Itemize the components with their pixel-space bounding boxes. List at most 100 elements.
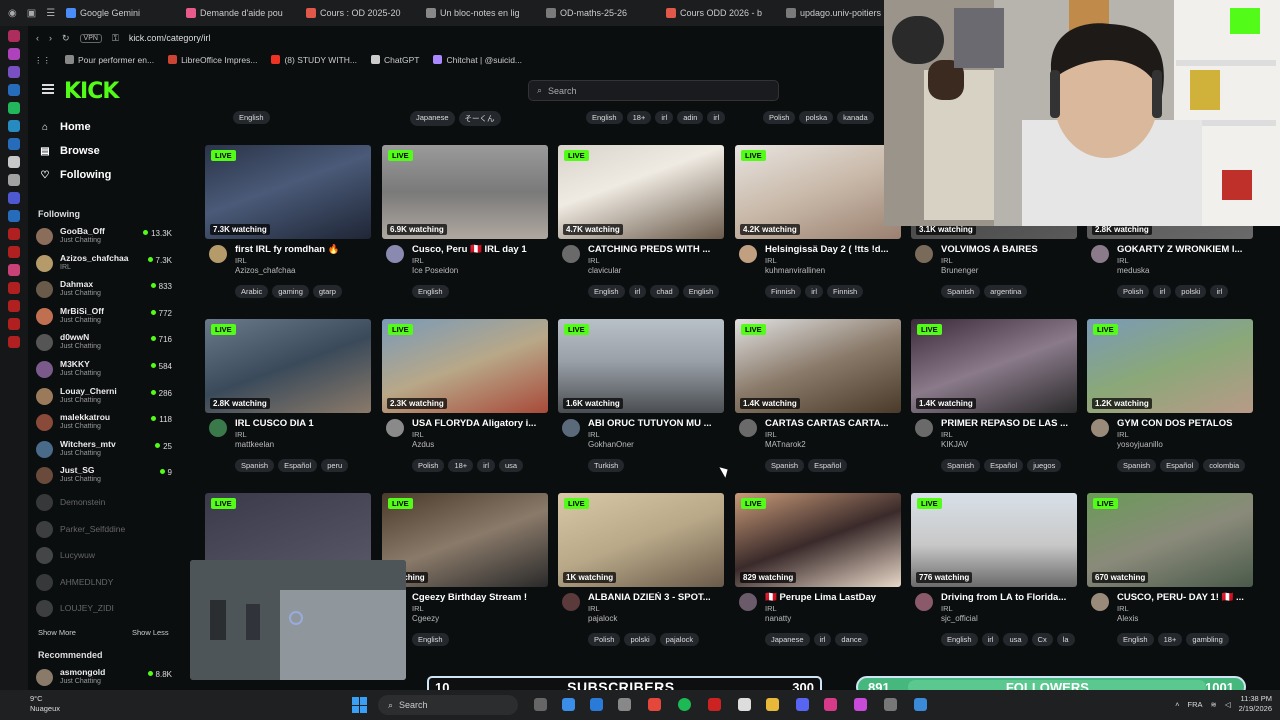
tag[interactable]: colombia xyxy=(1203,459,1246,472)
sidebar-app-icon[interactable] xyxy=(8,174,20,186)
stream-title[interactable]: Helsingissä Day 2 ( !tts !d... xyxy=(765,244,899,255)
stream-title[interactable]: Cusco, Peru 🇵🇪 IRL day 1 xyxy=(412,244,546,255)
following-channel[interactable]: MrBiSi_Off Just Chatting 772 xyxy=(36,305,172,329)
streamer-name[interactable]: sjc_official xyxy=(941,614,978,623)
tag[interactable]: Polish xyxy=(588,633,621,646)
streamer-avatar[interactable] xyxy=(386,419,404,437)
streamer-name[interactable]: MATnarok2 xyxy=(765,440,806,449)
stream-card[interactable]: LIVE 2.3K watching USA FLORYDA Aligatory i… xyxy=(382,319,548,489)
streamer-name[interactable]: meduska xyxy=(1117,266,1149,275)
app-red-icon[interactable] xyxy=(708,698,721,711)
stream-card[interactable]: LIVE 4.7K watching CATCHING PREDS WITH ...… xyxy=(558,145,724,315)
tag[interactable]: Spanish xyxy=(235,459,275,472)
streamer-name[interactable]: nanatty xyxy=(765,614,791,623)
streamer-name[interactable]: Ice Poseidon xyxy=(412,266,458,275)
discord-icon[interactable] xyxy=(796,698,809,711)
show-less-button[interactable]: Show Less xyxy=(132,628,169,637)
stream-title[interactable]: ABI ORUC TUTUYON MU ... xyxy=(588,418,722,429)
stream-title[interactable]: 🇵🇪 Perupe Lima LastDay xyxy=(765,592,899,603)
kick-logo[interactable]: KICK xyxy=(64,79,119,104)
stream-category[interactable]: IRL xyxy=(412,604,424,613)
url-field[interactable]: kick.com/category/irl xyxy=(129,33,211,43)
stream-title[interactable]: CATCHING PREDS WITH ... xyxy=(588,244,722,255)
profile-icon[interactable]: ◉ xyxy=(8,8,17,19)
following-channel[interactable]: malekkatrou Just Chatting 118 xyxy=(36,411,172,435)
streamer-name[interactable]: GokhanOner xyxy=(588,440,634,449)
stream-category[interactable]: IRL xyxy=(1117,604,1129,613)
sidebar-app-icon[interactable] xyxy=(8,138,20,150)
streamer-avatar[interactable] xyxy=(1091,419,1109,437)
tag[interactable]: English xyxy=(412,285,449,298)
stream-thumbnail[interactable]: LIVE 1K watching xyxy=(558,493,724,587)
stream-thumbnail[interactable]: LIVE 2.3K watching xyxy=(382,319,548,413)
stream-thumbnail[interactable]: LIVE 776 watching xyxy=(911,493,1077,587)
reload-icon[interactable]: ↻ xyxy=(62,33,70,44)
tag[interactable]: peru xyxy=(321,459,349,472)
stream-card[interactable]: LIVE 7.3K watching first IRL fy romdhan 🔥 I… xyxy=(205,145,371,315)
bookmark-item[interactable]: Chitchat | @suicid... xyxy=(433,55,522,65)
tag[interactable]: 18+ xyxy=(448,459,474,472)
streamer-avatar[interactable] xyxy=(739,593,757,611)
volume-icon[interactable]: ◁ xyxy=(1225,700,1231,709)
bookmark-item[interactable]: LibreOffice Impres... xyxy=(168,55,257,65)
stream-category[interactable]: IRL xyxy=(765,430,777,439)
taskbar-search[interactable]: ⌕ Search xyxy=(378,695,518,715)
tag[interactable]: irl xyxy=(1210,285,1229,298)
tag[interactable]: polski xyxy=(1175,285,1207,298)
nav-home[interactable]: ⌂ Home xyxy=(40,121,91,133)
streamer-avatar[interactable] xyxy=(209,245,227,263)
stream-title[interactable]: ALBANIA DZIEŃ 3 - SPOT... xyxy=(588,592,722,603)
tag[interactable]: gtarp xyxy=(312,285,342,298)
streamer-avatar[interactable] xyxy=(915,419,933,437)
tag[interactable]: Español xyxy=(1160,459,1200,472)
following-channel[interactable]: Azizos_chafchaa IRL 7.3K xyxy=(36,252,172,276)
stream-category[interactable]: IRL xyxy=(588,604,600,613)
tag[interactable]: Spanish xyxy=(941,285,981,298)
stream-thumbnail[interactable]: LIVE 1.6K watching xyxy=(558,319,724,413)
tag[interactable]: irl xyxy=(1153,285,1172,298)
tag[interactable]: gaming xyxy=(272,285,309,298)
streamer-avatar[interactable] xyxy=(562,245,580,263)
site-settings-icon[interactable]: ⚿ xyxy=(112,33,119,44)
tag[interactable]: irl xyxy=(655,111,674,124)
tag[interactable]: そーくん xyxy=(458,111,501,126)
stream-thumbnail[interactable]: LIVE 829 watching xyxy=(735,493,901,587)
tag[interactable]: 18+ xyxy=(626,111,652,124)
following-channel[interactable]: Louay_Cherni Just Chatting 286 xyxy=(36,385,172,409)
stream-thumbnail[interactable]: LIVE 1.4K watching xyxy=(911,319,1077,413)
stream-thumbnail[interactable]: LIVE 1.4K watching xyxy=(735,319,901,413)
tag[interactable]: Finnish xyxy=(765,285,802,298)
stream-title[interactable]: USA FLORYDA Aligatory i... xyxy=(412,418,546,429)
tag[interactable]: English xyxy=(586,111,623,124)
streamer-name[interactable]: clavicular xyxy=(588,266,621,275)
stream-thumbnail[interactable]: LIVE 7.3K watching xyxy=(205,145,371,239)
sidebar-app-icon[interactable] xyxy=(8,318,20,330)
stream-title[interactable]: GOKARTY Z WRONKIEM I... xyxy=(1117,244,1251,255)
tag[interactable]: English xyxy=(941,633,978,646)
streamer-name[interactable]: kuhmanvirallinen xyxy=(765,266,825,275)
app-icon[interactable] xyxy=(618,698,631,711)
following-channel[interactable]: GooBa_Off Just Chatting 13.3K xyxy=(36,225,172,249)
opera-icon[interactable] xyxy=(648,698,661,711)
app-blue-icon[interactable] xyxy=(914,698,927,711)
stream-card[interactable]: LIVE 1K watching ALBANIA DZIEŃ 3 - SPOT...… xyxy=(558,493,724,663)
sidebar-app-icon[interactable] xyxy=(8,282,20,294)
sidebar-app-icon[interactable] xyxy=(8,156,20,168)
stream-category[interactable]: IRL xyxy=(941,604,953,613)
vpn-badge[interactable]: VPN xyxy=(79,33,102,43)
stream-card[interactable]: LIVE 4.2K watching Helsingissä Day 2 ( !tt… xyxy=(735,145,901,315)
sidebar-app-icon[interactable] xyxy=(8,246,20,258)
streamer-avatar[interactable] xyxy=(209,419,227,437)
tag[interactable]: Spanish xyxy=(941,459,981,472)
following-channel[interactable]: Just_SG Just Chatting 9 xyxy=(36,464,172,488)
tag[interactable]: English xyxy=(588,285,625,298)
tag[interactable]: polski xyxy=(624,633,656,646)
tag[interactable]: Arabic xyxy=(235,285,269,298)
bookmark-item[interactable]: ChatGPT xyxy=(371,55,419,65)
forward-icon[interactable]: › xyxy=(49,33,52,43)
sidebar-app-icon[interactable] xyxy=(8,30,20,42)
workspaces-icon[interactable]: ▣ xyxy=(27,8,36,19)
menu-icon[interactable] xyxy=(42,84,54,94)
stream-category[interactable]: IRL xyxy=(765,604,777,613)
offline-channel[interactable]: Parker_Selfddine xyxy=(36,518,172,542)
